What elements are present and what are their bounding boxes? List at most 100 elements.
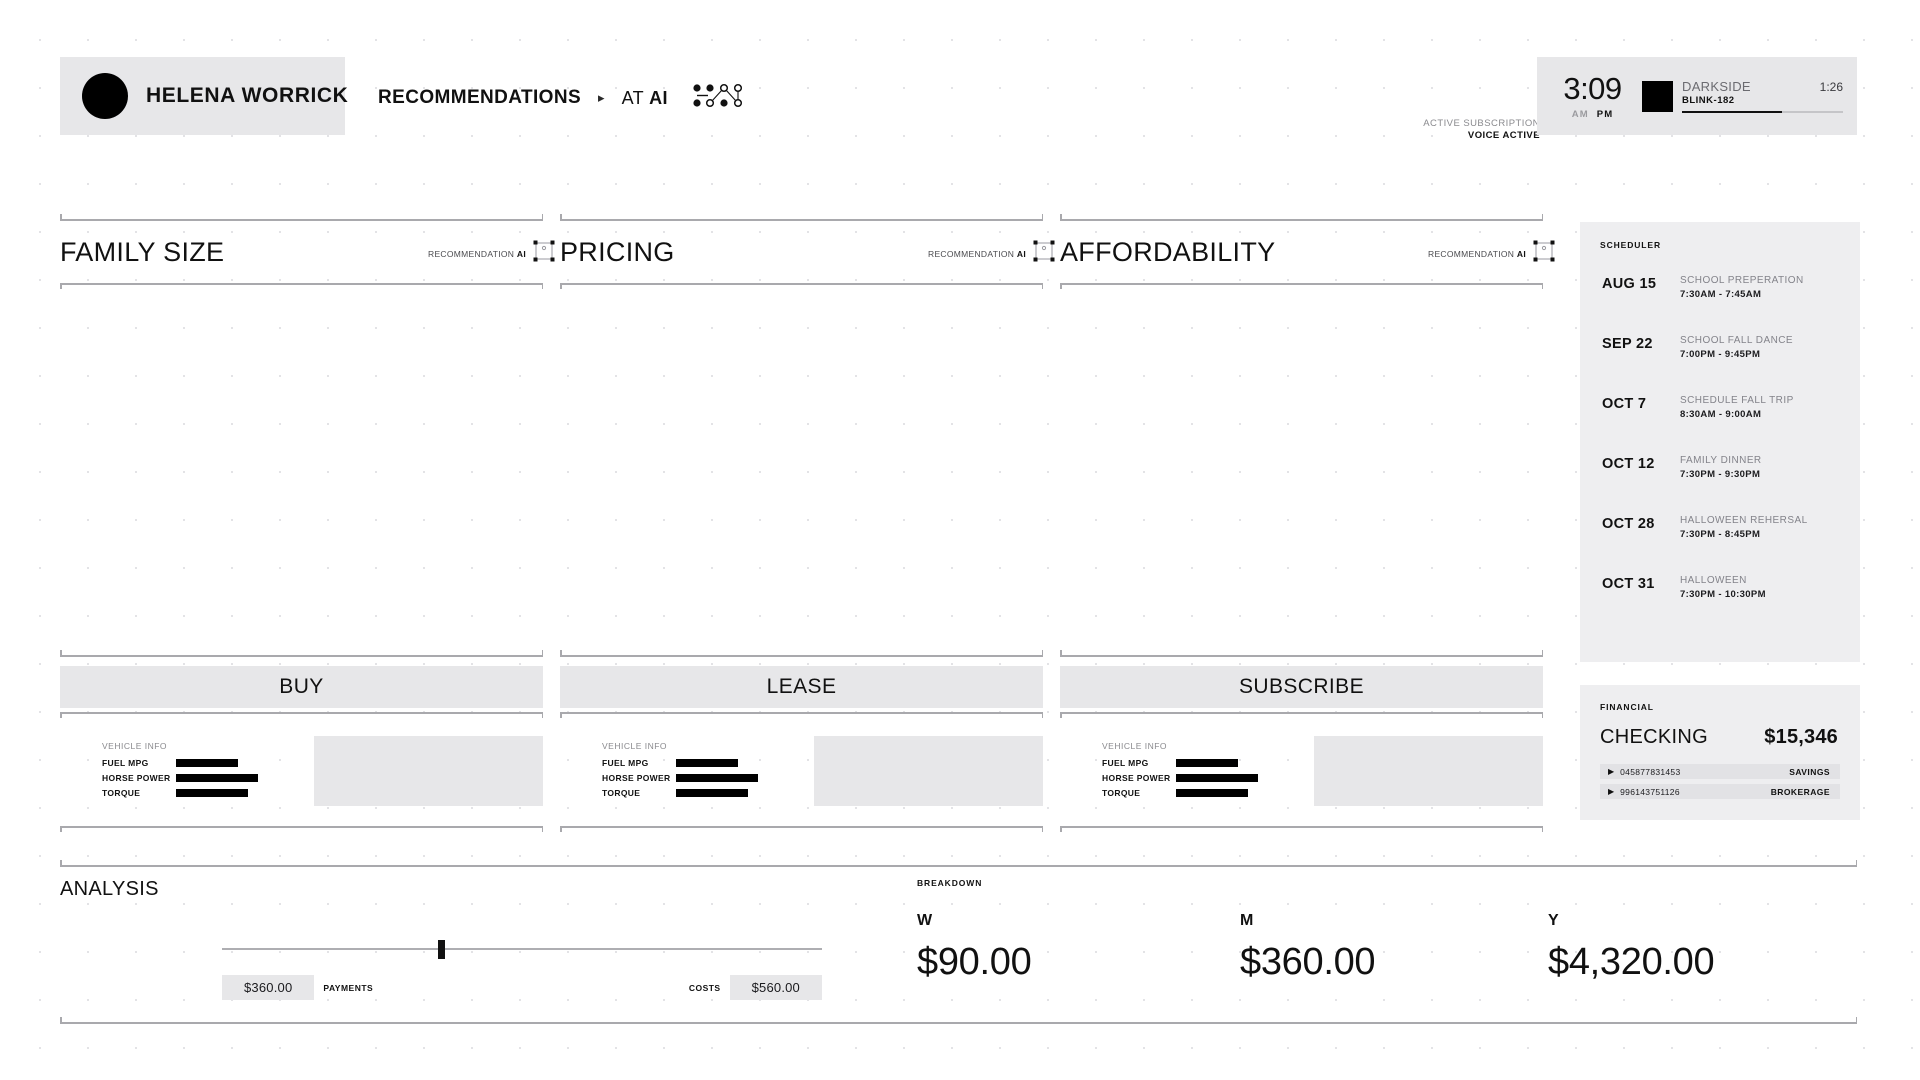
scheduler-item-time: 7:00PM - 9:45PM bbox=[1680, 348, 1761, 360]
vehicle-metric-bar-torque bbox=[1176, 788, 1248, 797]
vehicle-info-title: VEHICLE INFO bbox=[602, 741, 668, 751]
vehicle-metric-label-horse-power: HORSE POWER bbox=[602, 772, 671, 783]
ai-network-icon bbox=[692, 83, 744, 114]
scheduler-item-time: 7:30PM - 9:30PM bbox=[1680, 468, 1761, 480]
slider-thumb[interactable] bbox=[438, 940, 445, 959]
caret-right-icon: ▶ bbox=[1608, 766, 1615, 776]
vehicle-metric-bar-horse-power bbox=[176, 773, 258, 782]
payments-costs-slider[interactable]: $360.00 PAYMENTS COSTS $560.00 bbox=[222, 940, 822, 1000]
vehicle-thumbnail[interactable] bbox=[814, 736, 1043, 806]
analysis-rule-bottom bbox=[60, 1018, 1857, 1024]
action-rule-bottom-2 bbox=[560, 712, 1043, 717]
breadcrumb-ai-strong: AI bbox=[649, 87, 668, 108]
track-elapsed-time: 1:26 bbox=[1819, 79, 1843, 94]
breakdown-value-m: $360.00 bbox=[1240, 941, 1376, 983]
breakdown-period-y: Y bbox=[1548, 912, 1559, 929]
vehicle-metric-bar-torque bbox=[676, 788, 748, 797]
analysis-title: ANALYSIS bbox=[60, 878, 159, 900]
action-rule-top-2 bbox=[560, 651, 1043, 657]
vehicle-metric-row: TORQUE bbox=[102, 786, 300, 799]
vehicle-thumbnail[interactable] bbox=[1314, 736, 1543, 806]
breakdown-value-w: $90.00 bbox=[917, 941, 1032, 983]
subscription-status: ACTIVE SUBSCRIPTION VOICE ACTIVE bbox=[1423, 118, 1540, 141]
breakdown-item-yearly: Y $4,320.00 bbox=[1548, 912, 1715, 982]
recommendation-ai-tag-1[interactable]: RECOMMENDATION AI bbox=[428, 240, 555, 267]
vehicle-card-lease: VEHICLE INFO FUEL MPG HORSE POWER TORQUE bbox=[560, 727, 1043, 815]
lease-button[interactable]: LEASE bbox=[560, 666, 1043, 708]
subscription-label: ACTIVE SUBSCRIPTION bbox=[1423, 118, 1540, 129]
scheduler-item-date: OCT 12 bbox=[1602, 456, 1655, 472]
account-type: BROKERAGE bbox=[1770, 786, 1830, 797]
breadcrumb-item-recommendations[interactable]: RECOMMENDATIONS bbox=[378, 87, 581, 109]
recommendation-ai-strong-1: AI bbox=[516, 248, 526, 259]
vehicle-metric-row: FUEL MPG bbox=[1102, 756, 1300, 769]
slider-payments-group: $360.00 PAYMENTS bbox=[222, 975, 373, 1000]
scheduler-item-date: OCT 31 bbox=[1602, 576, 1655, 592]
scheduler-item-date: SEP 22 bbox=[1602, 336, 1653, 352]
financial-account-row-brokerage[interactable]: ▶ 996143751126 BROKERAGE bbox=[1600, 784, 1840, 799]
costs-value[interactable]: $560.00 bbox=[729, 975, 822, 1000]
scheduler-item-date: OCT 28 bbox=[1602, 516, 1655, 532]
user-name: HELENA WORRICK bbox=[146, 84, 349, 107]
scheduler-item[interactable]: SEP 22 SCHOOL FALL DANCE 7:00PM - 9:45PM bbox=[1602, 334, 1860, 394]
track-progress-bar[interactable] bbox=[1682, 110, 1843, 114]
breakdown-title: BREAKDOWN bbox=[917, 878, 983, 888]
scheduler-item-name: SCHOOL FALL DANCE bbox=[1680, 335, 1794, 346]
scheduler-item[interactable]: OCT 12 FAMILY DINNER 7:30PM - 9:30PM bbox=[1602, 454, 1860, 514]
payments-value[interactable]: $360.00 bbox=[222, 975, 315, 1000]
column-title-affordability: AFFORDABILITY bbox=[1060, 237, 1276, 267]
track-artist: BLINK-182 bbox=[1682, 94, 1735, 106]
column-rule-top-1 bbox=[60, 215, 543, 221]
selection-box-icon-2 bbox=[1033, 240, 1055, 267]
breadcrumb-at-prefix: AT bbox=[621, 87, 644, 108]
financial-account-row-savings[interactable]: ▶ 045877831453 SAVINGS bbox=[1600, 764, 1840, 779]
track-title: DARKSIDE bbox=[1682, 78, 1751, 94]
recommendation-ai-tag-2[interactable]: RECOMMENDATION AI bbox=[928, 240, 1055, 267]
scheduler-item-name: HALLOWEEN bbox=[1680, 575, 1747, 586]
scheduler-item[interactable]: OCT 31 HALLOWEEN 7:30PM - 10:30PM bbox=[1602, 574, 1860, 634]
account-number: 045877831453 bbox=[1620, 766, 1681, 777]
selection-box-icon-3 bbox=[1533, 240, 1555, 267]
recommendation-ai-tag-3[interactable]: RECOMMENDATION AI bbox=[1428, 240, 1555, 267]
slider-track[interactable] bbox=[222, 948, 822, 950]
column-title-pricing: PRICING bbox=[560, 237, 675, 267]
clock-meridiem: AM PM bbox=[1543, 109, 1642, 120]
breakdown-item-weekly: W $90.00 bbox=[917, 913, 1032, 983]
subscribe-button[interactable]: SUBSCRIBE bbox=[1060, 666, 1543, 708]
clock-time: 3:09 bbox=[1563, 70, 1622, 106]
financial-panel: FINANCIAL CHECKING $15,346 ▶ 04587783145… bbox=[1580, 685, 1860, 820]
financial-primary-account[interactable]: CHECKING $15,346 bbox=[1580, 726, 1860, 749]
vehicle-metric-bar-torque bbox=[176, 788, 248, 797]
action-rule-top-3 bbox=[1060, 651, 1543, 657]
vehicle-metric-row: HORSE POWER bbox=[602, 771, 800, 784]
breadcrumb-item-at-ai[interactable]: AT AI bbox=[622, 88, 668, 109]
scheduler-item-time: 7:30AM - 7:45AM bbox=[1680, 288, 1762, 300]
scheduler-item-date: OCT 7 bbox=[1602, 396, 1647, 412]
scheduler-list: AUG 15 SCHOOL PREPERATION 7:30AM - 7:45A… bbox=[1580, 274, 1860, 634]
vehicle-card-buy: VEHICLE INFO FUEL MPG HORSE POWER TORQUE bbox=[60, 727, 543, 815]
vehicle-metric-bar-fuel-mpg bbox=[176, 758, 238, 767]
breakdown-period-m: M bbox=[1240, 912, 1254, 929]
scheduler-item-name: HALLOWEEN REHERSAL bbox=[1680, 515, 1808, 526]
scheduler-item-date: AUG 15 bbox=[1602, 276, 1657, 292]
scheduler-item[interactable]: OCT 7 SCHEDULE FALL TRIP 8:30AM - 9:00AM bbox=[1602, 394, 1860, 454]
vehicle-thumbnail[interactable] bbox=[314, 736, 543, 806]
vehicle-metric-bar-horse-power bbox=[676, 773, 758, 782]
scheduler-item-name: SCHOOL PREPERATION bbox=[1680, 275, 1804, 286]
vehicle-metric-bar-fuel-mpg bbox=[676, 758, 738, 767]
chevron-right-icon: ▸ bbox=[598, 89, 605, 105]
track-progress-fill bbox=[1682, 110, 1782, 114]
scheduler-item[interactable]: AUG 15 SCHOOL PREPERATION 7:30AM - 7:45A… bbox=[1602, 274, 1860, 334]
scheduler-item[interactable]: OCT 28 HALLOWEEN REHERSAL 7:30PM - 8:45P… bbox=[1602, 514, 1860, 574]
account-number: 996143751126 bbox=[1620, 786, 1680, 797]
now-playing[interactable]: DARKSIDE 1:26 BLINK-182 bbox=[1642, 79, 1857, 114]
scheduler-item-time: 7:30PM - 10:30PM bbox=[1680, 588, 1766, 600]
recommendation-label-3: RECOMMENDATION bbox=[1428, 248, 1515, 259]
user-profile-chip[interactable]: HELENA WORRICK bbox=[60, 57, 349, 135]
buy-button[interactable]: BUY bbox=[60, 666, 543, 708]
track-info: DARKSIDE 1:26 BLINK-182 bbox=[1682, 79, 1843, 114]
vehicle-metric-label-fuel-mpg: FUEL MPG bbox=[602, 757, 649, 768]
scheduler-item-time: 7:30PM - 8:45PM bbox=[1680, 528, 1761, 540]
slider-costs-group: COSTS $560.00 bbox=[689, 975, 822, 1000]
app-header: HELENA WORRICK RECOMMENDATIONS ▸ AT AI A… bbox=[0, 0, 1920, 150]
